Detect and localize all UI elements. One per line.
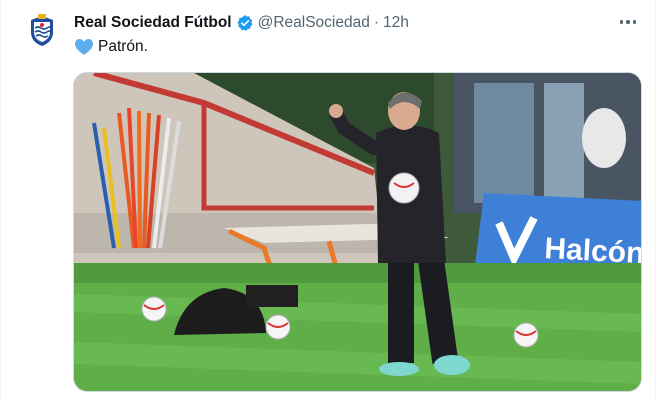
separator-dot: · [373,14,380,31]
timestamp[interactable]: 12h [383,14,409,32]
blue-heart-icon [74,38,94,56]
verified-badge-icon [236,14,254,32]
real-sociedad-crest-icon [31,14,53,46]
author-handle[interactable]: @RealSociedad [258,14,370,32]
author-name[interactable]: Real Sociedad Fútbol [74,14,232,32]
training-photo-image: Halcón [74,73,641,391]
tweet-photo[interactable]: Halcón [73,72,642,392]
tweet-card[interactable]: Real Sociedad Fútbol @RealSociedad · 12h… [0,0,656,400]
more-options-icon[interactable] [615,12,641,32]
tweet-header: Real Sociedad Fútbol @RealSociedad · 12h [74,13,409,33]
tweet-body: Patrón. [98,38,148,55]
avatar[interactable] [25,14,59,48]
tweet-text: Patrón. [74,37,148,57]
